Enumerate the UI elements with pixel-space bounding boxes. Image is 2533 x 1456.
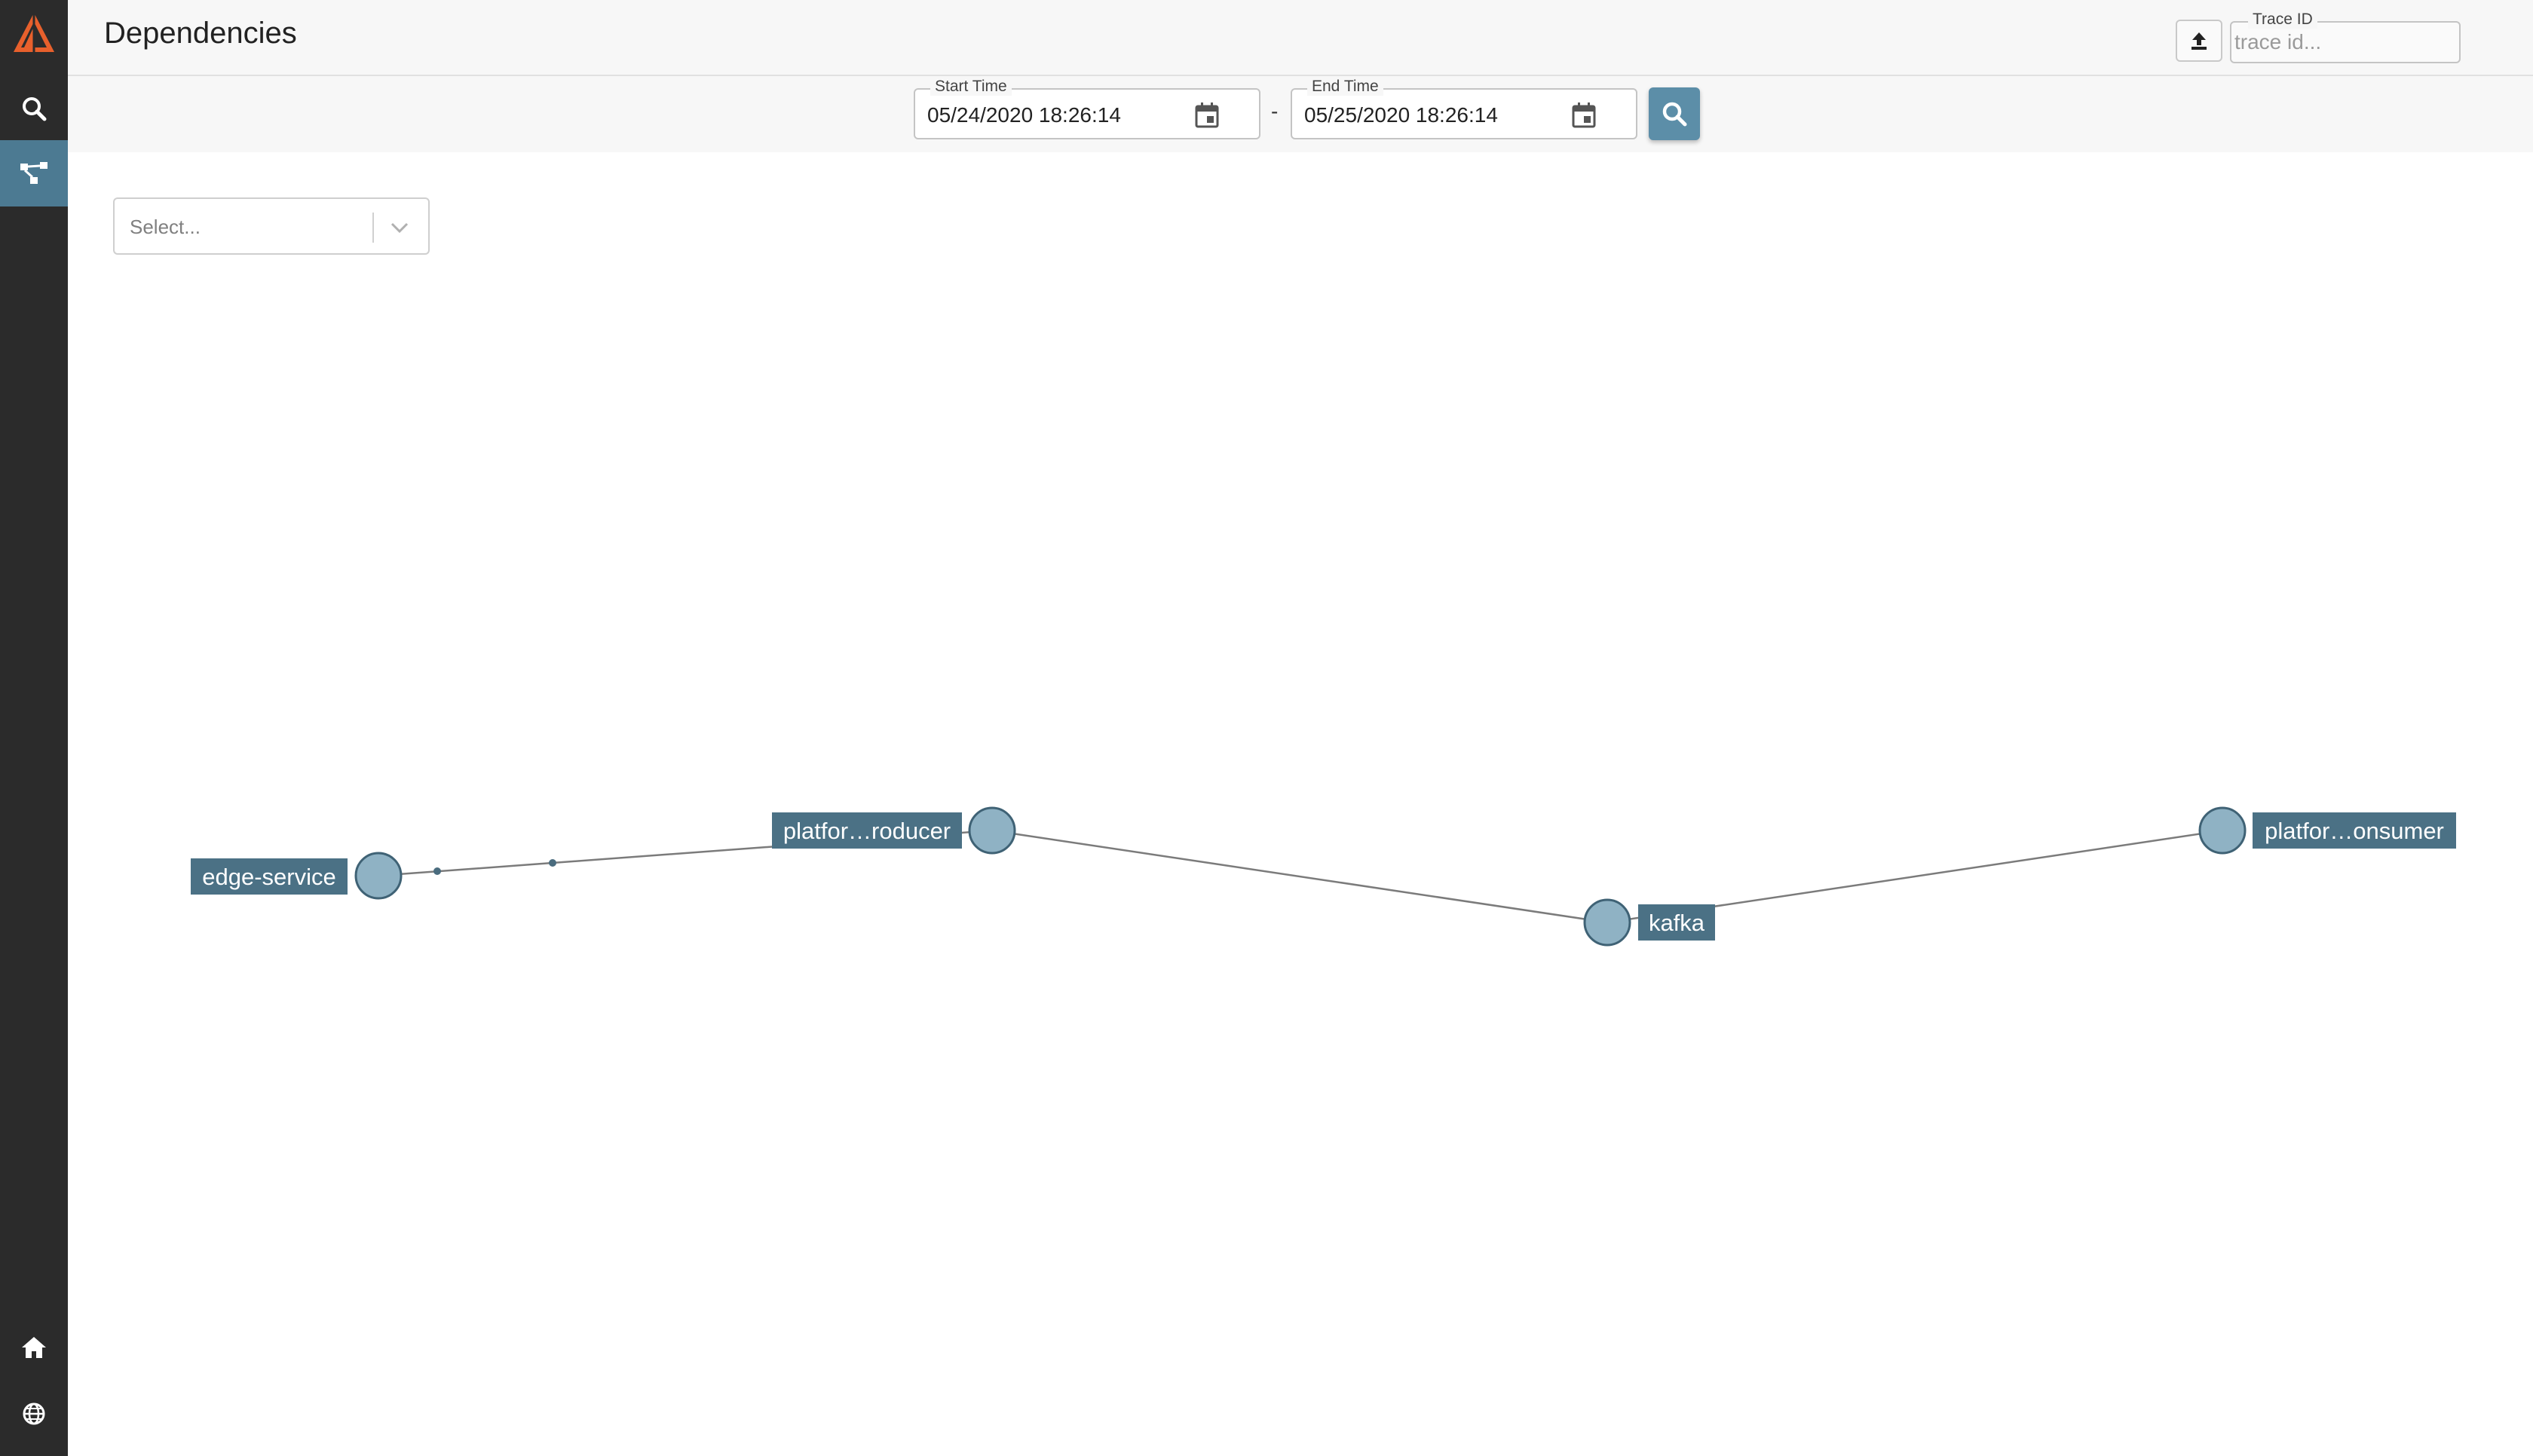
start-time-field[interactable]: Start Time 05/24/2020 18:26:14: [914, 78, 1260, 139]
node-label: edge-service: [202, 864, 335, 890]
sidebar-item-home[interactable]: [0, 1314, 68, 1381]
search-dependencies-button[interactable]: [1649, 87, 1700, 140]
graph-node-platform-producer[interactable]: platfor…roducer: [772, 806, 1016, 855]
search-icon: [1662, 102, 1687, 127]
select-divider: [372, 213, 374, 243]
graph-edge[interactable]: [991, 829, 1608, 924]
home-icon: [22, 1337, 46, 1358]
traffic-particle: [433, 867, 441, 875]
sidebar-item-dependencies[interactable]: [0, 140, 68, 206]
service-filter-select[interactable]: Select...: [113, 197, 430, 255]
graph-node-kafka[interactable]: kafka: [1583, 898, 1715, 947]
start-time-label: Start Time: [930, 78, 1012, 96]
traffic-particle: [549, 859, 556, 867]
sidebar-item-search[interactable]: [0, 75, 68, 142]
node-label: kafka: [1649, 910, 1705, 936]
trace-id-input[interactable]: [2234, 27, 2453, 57]
page-title: Dependencies: [104, 17, 297, 50]
upload-trace-button[interactable]: [2176, 20, 2222, 62]
globe-icon: [23, 1402, 45, 1425]
trace-id-label: Trace ID: [2248, 11, 2317, 29]
trace-id-field: Trace ID: [2230, 11, 2461, 63]
graph-node-platform-consumer[interactable]: platfor…onsumer: [2198, 806, 2456, 855]
end-time-field[interactable]: End Time 05/25/2020 18:26:14: [1291, 78, 1637, 139]
chevron-down-icon[interactable]: [387, 216, 412, 240]
node-label: platfor…roducer: [783, 818, 951, 844]
graph-node-edge-service[interactable]: edge-service: [191, 852, 403, 900]
sidebar: [0, 0, 68, 1456]
start-time-value[interactable]: 05/24/2020 18:26:14: [927, 103, 1121, 127]
end-time-value[interactable]: 05/25/2020 18:26:14: [1304, 103, 1498, 127]
select-placeholder: Select...: [130, 216, 201, 238]
calendar-icon[interactable]: [1571, 102, 1597, 129]
node-label: platfor…onsumer: [2265, 818, 2444, 844]
upload-icon: [2191, 32, 2207, 50]
app-logo-icon[interactable]: [0, 0, 68, 66]
header: Dependencies Trace ID: [68, 0, 2533, 76]
end-time-label: End Time: [1307, 78, 1383, 96]
dependency-graph-icon: [20, 162, 47, 184]
date-range-separator: -: [1271, 99, 1279, 123]
sidebar-item-language[interactable]: [0, 1381, 68, 1447]
calendar-icon[interactable]: [1194, 102, 1220, 129]
search-icon: [23, 97, 47, 121]
